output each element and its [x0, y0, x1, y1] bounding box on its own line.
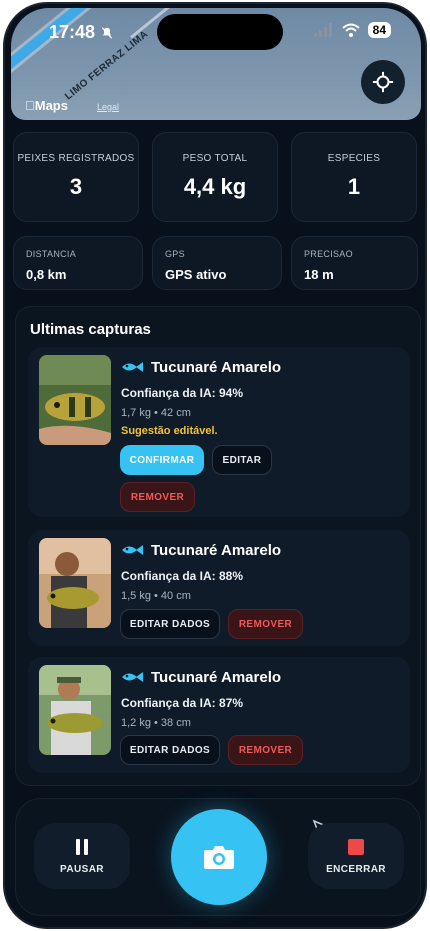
- fish-icon: [122, 672, 143, 682]
- camera-icon: [204, 846, 234, 869]
- stat-label: PESO TOTAL: [182, 153, 248, 164]
- info-card-gps: GPS GPS ativo: [152, 236, 282, 290]
- fish-photo-image: [39, 665, 111, 755]
- maps-legal-link[interactable]: Legal: [97, 102, 119, 112]
- info-label: PRECISAO: [304, 249, 353, 259]
- info-card-distance: DISTANCIA 0,8 km: [13, 236, 143, 290]
- pause-label: PAUSAR: [60, 863, 104, 875]
- end-session-button[interactable]: ENCERRAR: [308, 823, 404, 889]
- stat-value: 4,4 kg: [183, 174, 247, 199]
- capture-card: Tucunaré Amarelo Confiança da IA: 88% 1,…: [28, 530, 410, 646]
- stat-value: 3: [69, 174, 83, 199]
- capture-confidence: Confiança da IA: 94%: [121, 386, 244, 400]
- capture-card: Tucunaré Amarelo Confiança da IA: 87% 1,…: [28, 657, 410, 773]
- fish-photo-image: [39, 538, 111, 628]
- capture-measurements: 1,2 kg • 38 cm: [121, 717, 191, 729]
- pause-button[interactable]: PAUSAR: [34, 823, 130, 889]
- info-value: 0,8 km: [26, 267, 67, 282]
- edit-data-button[interactable]: EDITAR DADOS: [120, 609, 220, 639]
- info-label: DISTANCIA: [26, 249, 77, 259]
- fish-icon: [122, 545, 143, 555]
- capture-confidence: Confiança da IA: 87%: [121, 696, 244, 710]
- stat-value: 1: [347, 174, 361, 199]
- status-time: 17:48: [49, 22, 114, 43]
- capture-card: Tucunaré Amarelo Confiança da IA: 94% 1,…: [28, 347, 410, 517]
- capture-species: Tucunaré Amarelo: [151, 542, 282, 559]
- capture-measurements: 1,5 kg • 40 cm: [121, 590, 191, 602]
- stat-label: PEIXES REGISTRADOS: [17, 153, 135, 164]
- dynamic-island: [157, 14, 283, 50]
- stat-card-species: ESPECIES 1: [291, 132, 417, 222]
- capture-measurements: 1,7 kg • 42 cm: [121, 407, 191, 419]
- phone-screen: LIMO FERRAZ LIMA Maps Legal 17:48: [3, 2, 427, 929]
- info-value: 18 m: [304, 267, 334, 282]
- capture-confidence: Confiança da IA: 88%: [121, 569, 244, 583]
- mute-bell-icon: [101, 27, 113, 39]
- maps-logo-text: Maps: [25, 98, 68, 113]
- info-card-precision: PRECISAO 18 m: [291, 236, 418, 290]
- remove-button[interactable]: REMOVER: [228, 735, 303, 765]
- remove-button[interactable]: REMOVER: [120, 482, 195, 512]
- maps-logo: Maps: [25, 98, 68, 113]
- confirm-button[interactable]: CONFIRMAR: [120, 445, 204, 475]
- fish-photo[interactable]: [39, 665, 111, 755]
- info-value: GPS ativo: [165, 267, 227, 282]
- pause-icon: [76, 838, 88, 855]
- stat-label: ESPECIES: [327, 153, 381, 164]
- capture-species: Tucunaré Amarelo: [151, 669, 282, 686]
- apple-logo-icon: : [25, 98, 35, 113]
- capture-species: Tucunaré Amarelo: [151, 359, 282, 376]
- capture-edit-hint: Sugestão editável.: [121, 425, 218, 437]
- camera-button[interactable]: [171, 809, 267, 905]
- end-label: ENCERRAR: [326, 863, 386, 875]
- bottom-control-bar: PAUSAR ENCERRAR: [15, 798, 421, 916]
- info-label: GPS: [165, 249, 185, 259]
- stat-card-total-weight: PESO TOTAL 4,4 kg: [152, 132, 278, 222]
- wifi-icon: [341, 23, 360, 37]
- edit-data-button[interactable]: EDITAR DADOS: [120, 735, 220, 765]
- remove-button[interactable]: REMOVER: [228, 609, 303, 639]
- section-title: Ultimas capturas: [30, 321, 151, 338]
- fish-photo[interactable]: [39, 355, 111, 445]
- locate-icon: [372, 71, 394, 93]
- recent-captures-panel: Ultimas capturas Tucunaré Amarelo Confia…: [15, 306, 421, 786]
- fish-photo[interactable]: [39, 538, 111, 628]
- signal-icon: [313, 23, 332, 37]
- status-indicators: 84: [313, 22, 391, 38]
- fish-icon: [122, 362, 143, 372]
- edit-button[interactable]: EDITAR: [212, 445, 272, 475]
- locate-button[interactable]: [361, 60, 405, 104]
- fish-photo-image: [39, 355, 111, 445]
- status-time-text: 17:48: [49, 22, 96, 42]
- stop-icon: [348, 838, 364, 855]
- battery-level: 84: [367, 22, 391, 38]
- stat-card-fish-count: PEIXES REGISTRADOS 3: [13, 132, 139, 222]
